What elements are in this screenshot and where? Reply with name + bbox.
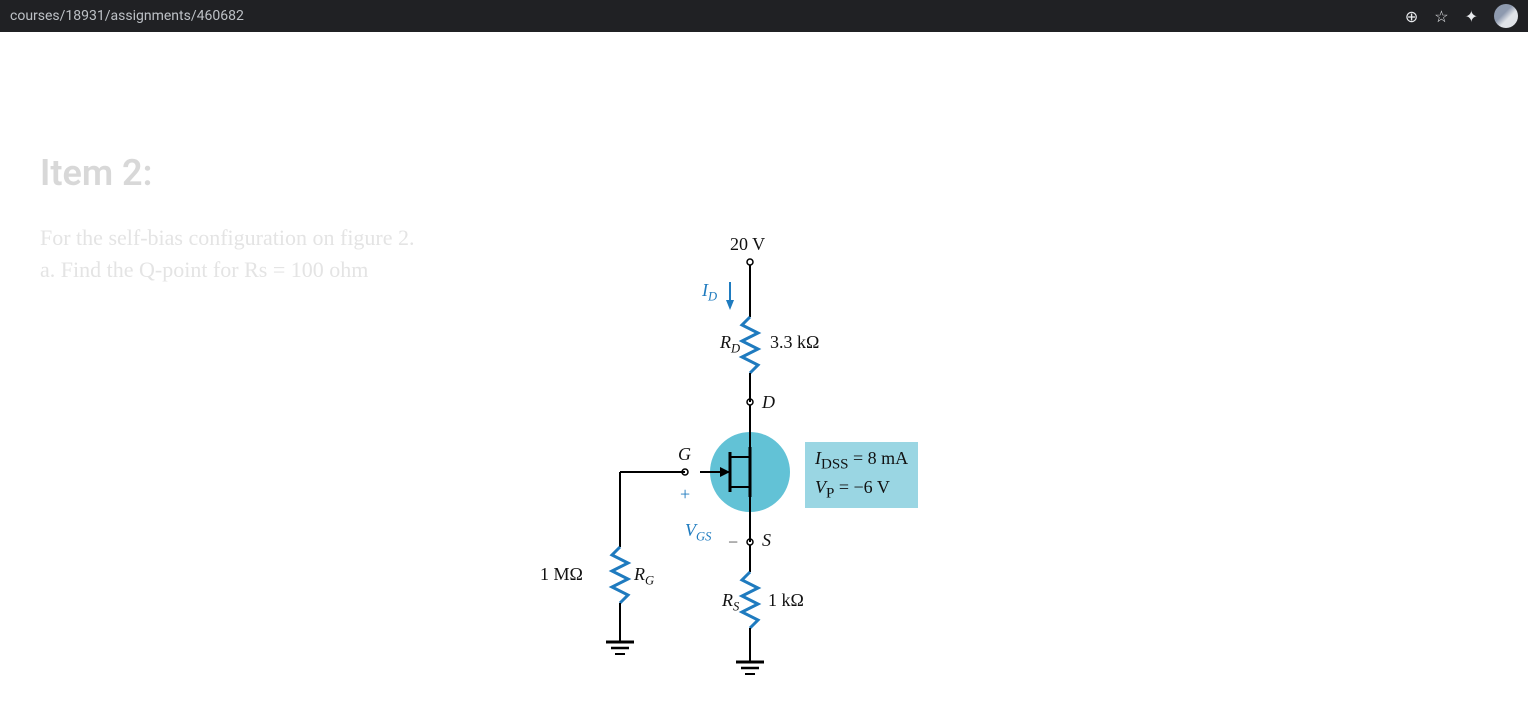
node-g: G [678, 444, 691, 465]
star-icon[interactable]: ☆ [1434, 7, 1448, 26]
page-content: Item 2: For the self-bias configuration … [0, 32, 1528, 326]
vgs-symbol: V [685, 520, 696, 540]
vp-line: VP = −6 V [815, 475, 908, 504]
rg-value: 1 MΩ [540, 564, 583, 585]
avatar[interactable] [1494, 4, 1518, 28]
rd-symbol: R [720, 332, 731, 352]
id-label: ID [702, 280, 717, 305]
url-path: courses/18931/assignments/460682 [10, 8, 244, 24]
rd-value: 3.3 kΩ [770, 332, 819, 353]
rs-sub: S [733, 600, 739, 614]
vgs-plus: + [680, 484, 690, 505]
zoom-icon[interactable]: ⊕ [1405, 7, 1418, 26]
rd-name: RD [720, 332, 740, 357]
rs-symbol: R [722, 590, 733, 610]
vgs-sub: GS [696, 530, 711, 544]
rg-sub: G [645, 574, 654, 588]
topbar-icons: ⊕ ☆ ✦ [1405, 4, 1518, 28]
idss-line: IDSS = 8 mA [815, 446, 908, 475]
rg-name: RG [634, 564, 654, 589]
v-supply-label: 20 V [730, 234, 765, 255]
rs-value: 1 kΩ [768, 590, 804, 611]
vgs-minus: − [728, 532, 738, 553]
id-sub: D [708, 290, 717, 304]
vgs-label: VGS [685, 520, 711, 545]
circuit-diagram: 20 V ID RD 3.3 kΩ D G S + − VGS 1 MΩ RG … [530, 232, 950, 712]
jfet-params-box: IDSS = 8 mA VP = −6 V [805, 442, 918, 508]
browser-topbar: courses/18931/assignments/460682 ⊕ ☆ ✦ [0, 0, 1528, 32]
rg-symbol: R [634, 564, 645, 584]
node-s: S [762, 530, 771, 551]
node-d: D [762, 392, 775, 413]
rd-sub: D [731, 342, 740, 356]
extensions-icon[interactable]: ✦ [1465, 7, 1478, 26]
rs-name: RS [722, 590, 739, 615]
item-title: Item 2: [40, 152, 1488, 194]
